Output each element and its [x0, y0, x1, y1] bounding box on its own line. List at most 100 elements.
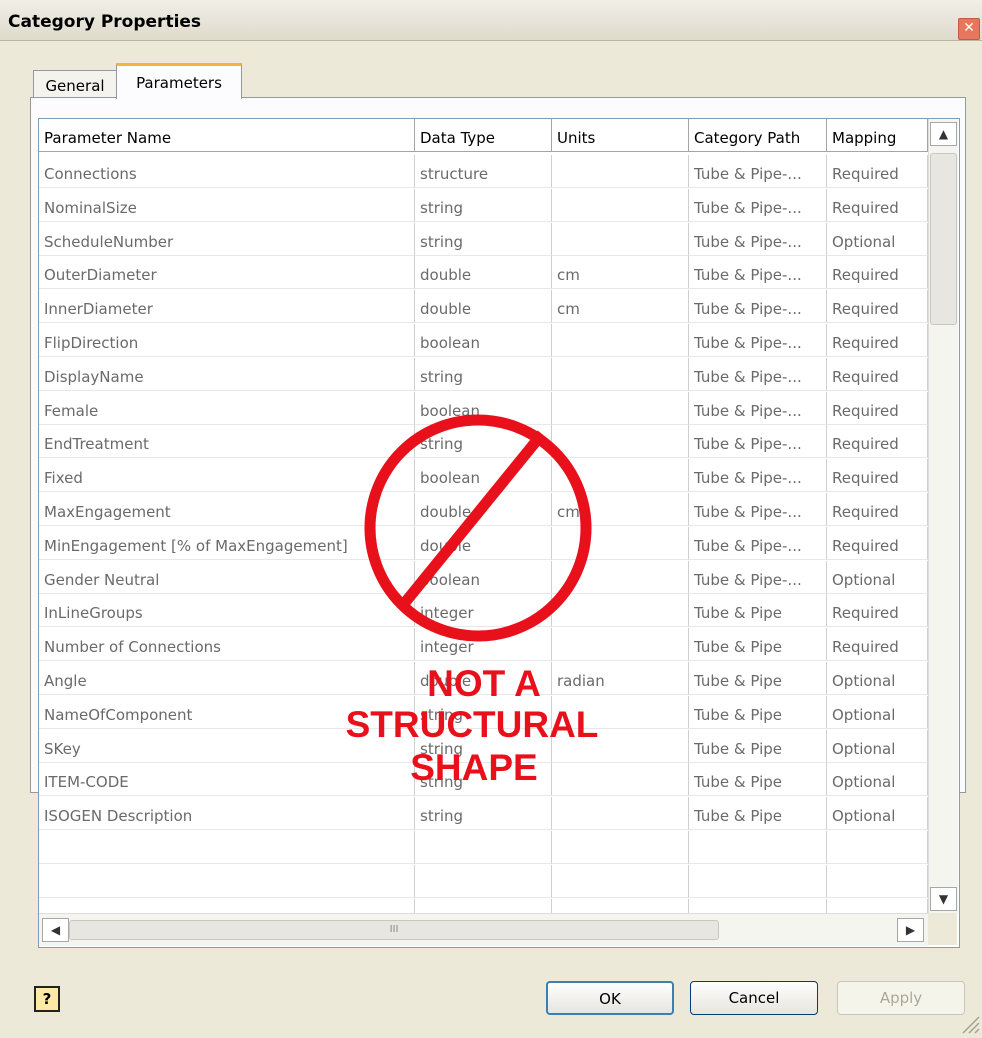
- table-cell: [415, 864, 552, 898]
- table-cell: boolean: [415, 324, 552, 357]
- table-cell: string: [415, 695, 552, 729]
- table-row[interactable]: MinEngagement [% of MaxEngagement] double…: [39, 526, 928, 560]
- table-cell: boolean: [415, 459, 552, 493]
- table-cell: Connections: [39, 155, 415, 188]
- table-row[interactable]: Angle double radian Tube & Pipe Optional: [39, 662, 928, 695]
- column-header[interactable]: Parameter Name: [39, 119, 415, 152]
- table-cell: Required: [827, 526, 928, 560]
- table-row[interactable]: NameOfComponent string Tube & Pipe Optional: [39, 695, 928, 729]
- table-row[interactable]: InLineGroups integer Tube & Pipe Required: [39, 594, 928, 628]
- table-row[interactable]: Gender Neutral boolean Tube & Pipe-... Opti…: [39, 560, 928, 594]
- parameters-grid: Parameter Name Data Type Units Category Pat…: [38, 118, 960, 948]
- table-cell: double: [415, 256, 552, 290]
- table-row[interactable]: NominalSize string Tube & Pipe-... Required: [39, 188, 928, 222]
- column-header[interactable]: Data Type: [415, 119, 552, 152]
- table-cell: Optional: [827, 729, 928, 763]
- table-cell: Optional: [827, 662, 928, 695]
- table-cell: Tube & Pipe-...: [689, 188, 827, 222]
- table-cell: Tube & Pipe: [689, 628, 827, 662]
- table-row[interactable]: Female boolean Tube & Pipe-... Required: [39, 391, 928, 425]
- table-cell: string: [415, 729, 552, 763]
- table-cell: Required: [827, 256, 928, 290]
- table-cell: [415, 831, 552, 864]
- ok-button[interactable]: OK: [546, 981, 674, 1015]
- table-cell: Required: [827, 459, 928, 493]
- table-cell: Optional: [827, 695, 928, 729]
- table-cell: InLineGroups: [39, 594, 415, 628]
- table-row[interactable]: InnerDiameter double cm Tube & Pipe-... Requ…: [39, 290, 928, 324]
- table-cell: string: [415, 763, 552, 797]
- table-cell: Tube & Pipe-...: [689, 256, 827, 290]
- table-cell: Tube & Pipe-...: [689, 459, 827, 493]
- column-header[interactable]: Mapping: [827, 119, 928, 152]
- table-cell: Tube & Pipe-...: [689, 425, 827, 459]
- scroll-down-icon[interactable]: ▼: [930, 887, 957, 911]
- tab-general[interactable]: General: [33, 70, 117, 98]
- window-title: Category Properties: [8, 12, 202, 32]
- table-cell: ScheduleNumber: [39, 222, 415, 256]
- table-row[interactable]: [39, 831, 928, 864]
- table-cell: [552, 797, 689, 831]
- table-cell: string: [415, 188, 552, 222]
- apply-button: Apply: [837, 981, 965, 1015]
- table-cell: NominalSize: [39, 188, 415, 222]
- table-cell: ITEM-CODE: [39, 763, 415, 797]
- table-row[interactable]: DisplayName string Tube & Pipe-... Required: [39, 357, 928, 391]
- table-row[interactable]: MaxEngagement double cm Tube & Pipe-... Requ…: [39, 493, 928, 526]
- table-row[interactable]: SKey string Tube & Pipe Optional: [39, 729, 928, 763]
- table-row[interactable]: Number of Connections integer Tube & Pipe R…: [39, 628, 928, 662]
- table-cell: SKey: [39, 729, 415, 763]
- table-cell: Tube & Pipe-...: [689, 493, 827, 526]
- table-cell: [552, 864, 689, 898]
- table-row[interactable]: ScheduleNumber string Tube & Pipe-... Optio…: [39, 222, 928, 256]
- horizontal-scroll-thumb[interactable]: III: [69, 920, 719, 940]
- scroll-up-icon[interactable]: ▲: [930, 122, 957, 146]
- table-cell: [552, 729, 689, 763]
- table-cell: [552, 695, 689, 729]
- column-header[interactable]: Units: [552, 119, 689, 152]
- table-cell: Tube & Pipe-...: [689, 155, 827, 188]
- table-row[interactable]: [39, 864, 928, 898]
- table-cell: Tube & Pipe-...: [689, 560, 827, 594]
- table-cell: double: [415, 662, 552, 695]
- table-row[interactable]: FlipDirection boolean Tube & Pipe-... Requi…: [39, 324, 928, 357]
- table-cell: [552, 628, 689, 662]
- scroll-left-icon[interactable]: ◀: [42, 918, 69, 942]
- table-cell: Required: [827, 188, 928, 222]
- table-row[interactable]: Fixed boolean Tube & Pipe-... Required: [39, 459, 928, 493]
- table-cell: string: [415, 357, 552, 391]
- help-button[interactable]: ?: [34, 986, 60, 1012]
- close-icon[interactable]: ✕: [958, 18, 980, 40]
- table-cell: radian: [552, 662, 689, 695]
- table-cell: double: [415, 493, 552, 526]
- table-cell: [39, 864, 415, 898]
- tab-parameters[interactable]: Parameters: [116, 63, 242, 99]
- table-cell: integer: [415, 628, 552, 662]
- table-cell: Fixed: [39, 459, 415, 493]
- table-row[interactable]: EndTreatment string Tube & Pipe-... Require…: [39, 425, 928, 459]
- vertical-scrollbar[interactable]: ▲ ▼: [928, 119, 958, 913]
- table-row[interactable]: ITEM-CODE string Tube & Pipe Optional: [39, 763, 928, 797]
- scroll-right-icon[interactable]: ▶: [897, 918, 924, 942]
- table-cell: boolean: [415, 391, 552, 425]
- table-row[interactable]: OuterDiameter double cm Tube & Pipe-... Requ…: [39, 256, 928, 290]
- table-cell: [39, 831, 415, 864]
- horizontal-scrollbar[interactable]: ◀ III ▶: [39, 913, 928, 946]
- cancel-button[interactable]: Cancel: [690, 981, 818, 1015]
- table-cell: double: [415, 290, 552, 324]
- table-row[interactable]: Connections structure Tube & Pipe-... Requi…: [39, 155, 928, 188]
- table-cell: double: [415, 526, 552, 560]
- table-cell: Tube & Pipe-...: [689, 222, 827, 256]
- table-cell: [552, 425, 689, 459]
- table-cell: Optional: [827, 763, 928, 797]
- resize-grip-icon[interactable]: [958, 1012, 980, 1034]
- table-cell: EndTreatment: [39, 425, 415, 459]
- table-row[interactable]: ISOGEN Description string Tube & Pipe Optio…: [39, 797, 928, 831]
- table-cell: [552, 324, 689, 357]
- vertical-scroll-thumb[interactable]: [930, 153, 957, 325]
- table-cell: [552, 222, 689, 256]
- table-cell: MinEngagement [% of MaxEngagement]: [39, 526, 415, 560]
- table-cell: structure: [415, 155, 552, 188]
- table-cell: NameOfComponent: [39, 695, 415, 729]
- column-header[interactable]: Category Path: [689, 119, 827, 152]
